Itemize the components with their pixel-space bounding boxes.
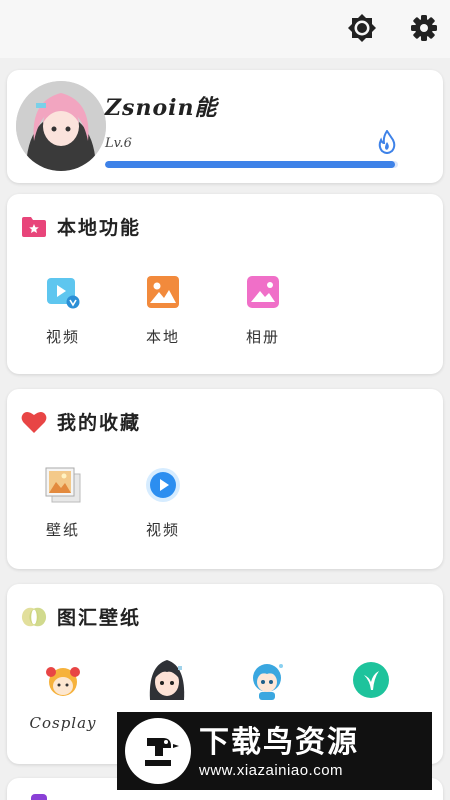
watermark-title: 下载鸟资源 xyxy=(199,724,359,760)
username: Zsnoin能 xyxy=(105,95,218,121)
chibi-icon xyxy=(245,658,289,702)
watermark-banner: 下载鸟资源 www.xiazainiao.com xyxy=(117,712,432,790)
local-functions-card: 本地功能 视频 本地 相册 xyxy=(7,194,443,374)
favorites-item-wallpaper-label: 壁纸 xyxy=(45,521,80,539)
next-card-icon xyxy=(31,794,47,800)
profile-card[interactable]: Zsnoin能 Lv.6 xyxy=(7,70,443,183)
section-title-gallery: 图汇壁纸 xyxy=(57,607,142,629)
section-title-favorites: 我的收藏 xyxy=(57,412,142,434)
level-progress-fill xyxy=(105,161,396,168)
local-item-album[interactable]: 相册 xyxy=(228,272,298,347)
local-item-video-label: 视频 xyxy=(45,328,80,346)
cosplay-icon xyxy=(43,660,83,700)
section-header-local: 本地功能 xyxy=(21,213,141,240)
gallery-item-cosplay-label: Cosplay xyxy=(29,714,97,732)
favorites-item-video[interactable]: 视频 xyxy=(128,465,198,540)
gallery-item-chibi[interactable] xyxy=(232,658,302,716)
gallery-item-anime[interactable] xyxy=(132,656,202,716)
favorites-item-video-label: 视频 xyxy=(145,521,180,539)
video-icon xyxy=(43,272,83,312)
flame-icon xyxy=(377,129,397,154)
section-title-local: 本地功能 xyxy=(57,217,142,239)
gallery-item-cosplay[interactable]: Cosplay xyxy=(28,660,98,732)
section-header-gallery: 图汇壁纸 xyxy=(21,603,141,630)
favorites-item-wallpaper[interactable]: 壁纸 xyxy=(28,465,98,540)
brightness-icon[interactable] xyxy=(346,12,378,44)
gear-icon[interactable] xyxy=(408,12,440,44)
image-icon xyxy=(143,272,183,312)
local-item-video[interactable]: 视频 xyxy=(28,272,98,347)
local-item-local[interactable]: 本地 xyxy=(128,272,198,347)
favorites-card: 我的收藏 壁纸 视频 xyxy=(7,389,443,569)
leaf-icon xyxy=(351,660,391,700)
watermark-url: www.xiazainiao.com xyxy=(199,761,344,779)
wallpaper-icon xyxy=(43,465,83,505)
album-icon xyxy=(243,272,283,312)
level-label: Lv.6 xyxy=(105,136,132,151)
folder-star-icon xyxy=(21,214,47,240)
top-bar xyxy=(0,0,450,58)
play-icon xyxy=(143,465,183,505)
anime-girl-icon xyxy=(144,656,190,702)
local-item-local-label: 本地 xyxy=(145,328,180,346)
section-header-favorites: 我的收藏 xyxy=(21,408,141,435)
gallery-item-leaf[interactable] xyxy=(336,660,406,714)
avatar[interactable] xyxy=(16,81,106,171)
bird-logo-icon xyxy=(125,718,191,784)
local-item-album-label: 相册 xyxy=(245,328,280,346)
heart-icon xyxy=(21,409,47,435)
gallery-logo-icon xyxy=(21,604,47,630)
level-progress-bar xyxy=(105,161,398,168)
